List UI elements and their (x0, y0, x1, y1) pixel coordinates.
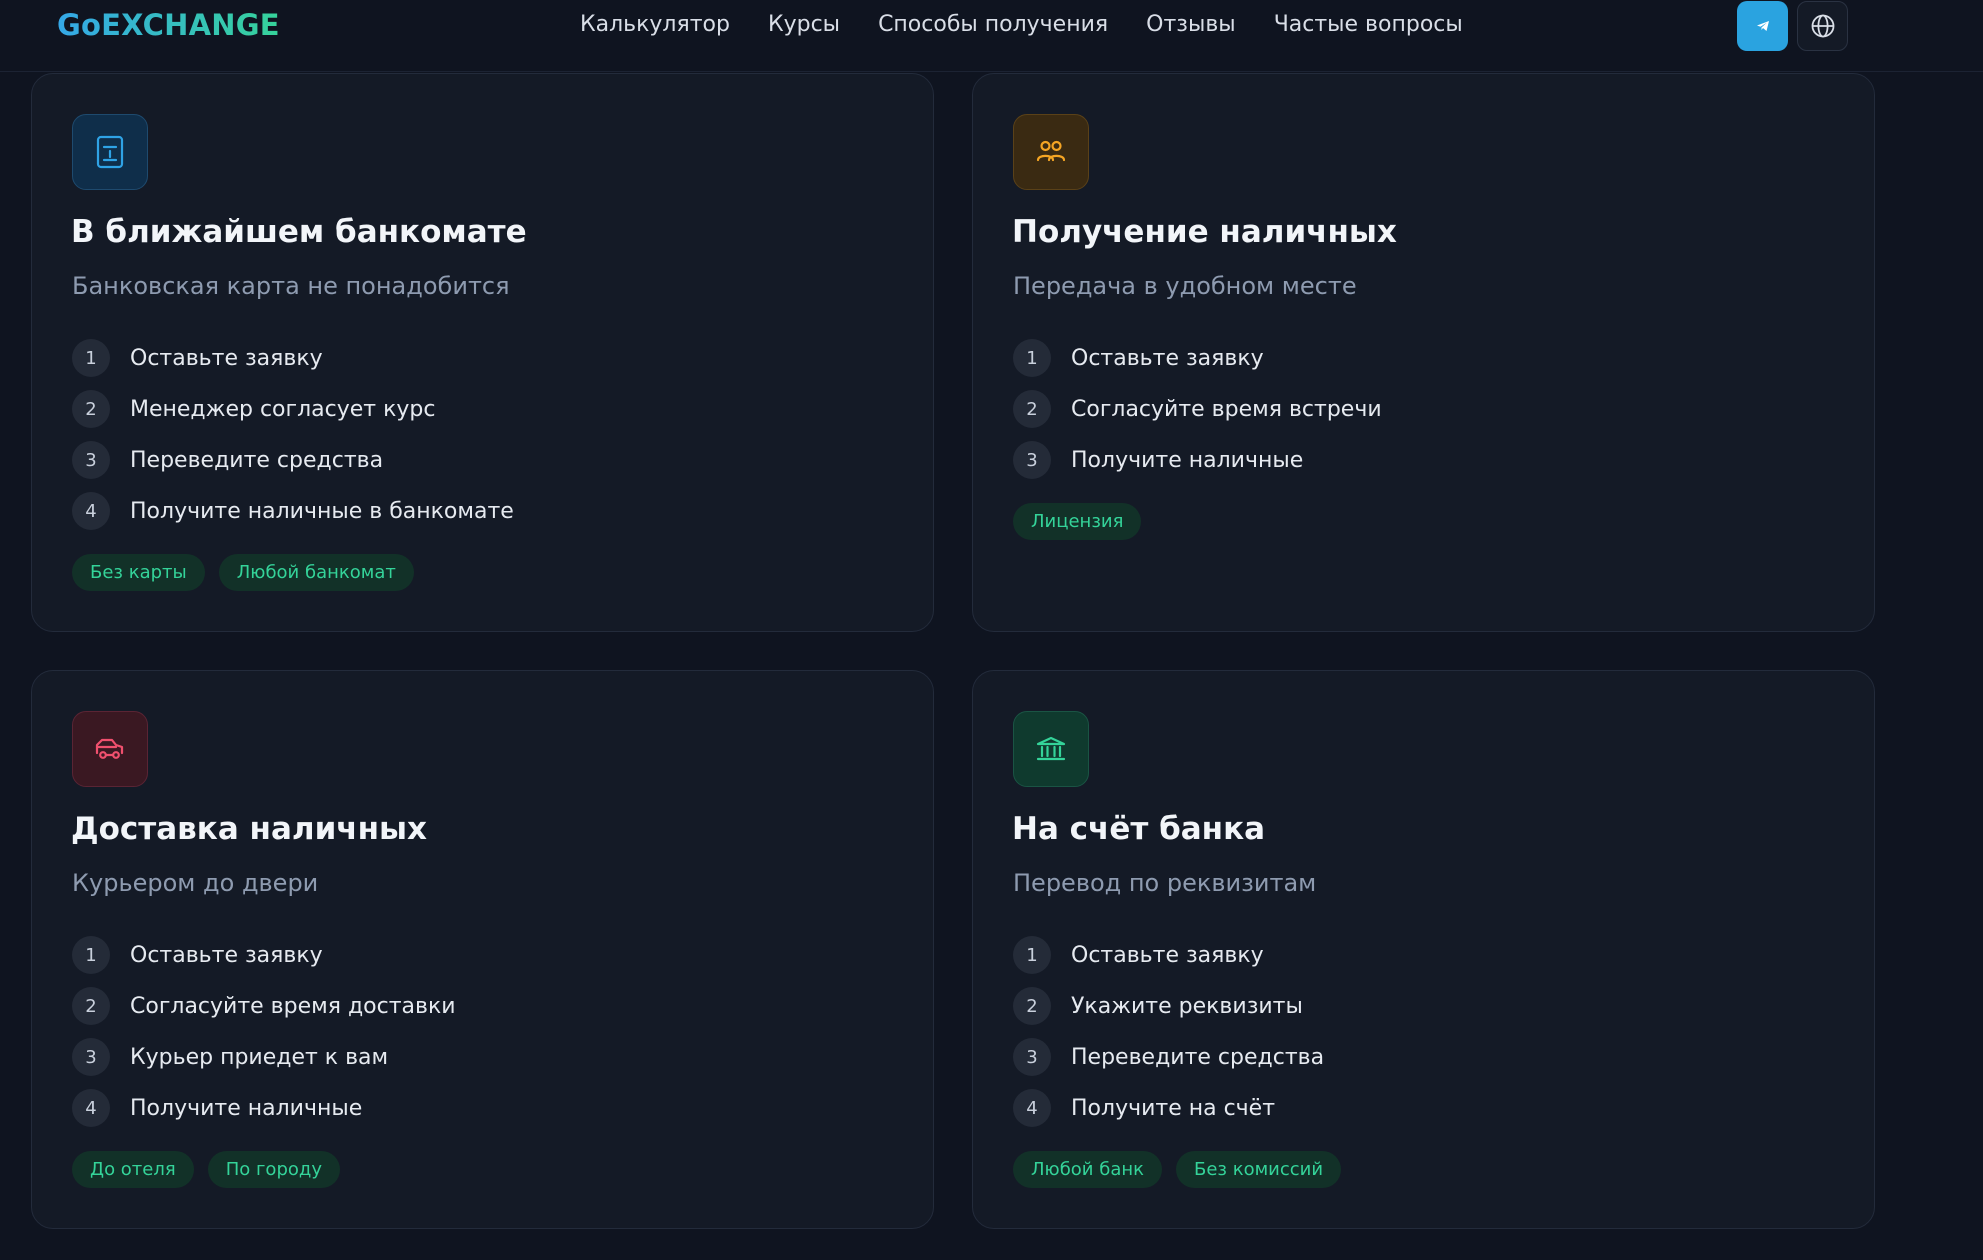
card-title: Доставка наличных (71, 811, 428, 847)
card-title: В ближайшем банкомате (71, 214, 527, 250)
card-subtitle: Перевод по реквизитам (1013, 869, 1317, 897)
step-number: 3 (1013, 441, 1051, 479)
step-item: 3 Курьер приедет к вам (72, 1037, 456, 1077)
card-title: На счёт банка (1012, 811, 1266, 847)
nav-link-faq[interactable]: Частые вопросы (1274, 12, 1463, 37)
step-number: 3 (72, 1038, 110, 1076)
card-title: Получение наличных (1012, 214, 1397, 250)
tags-row: Без карты Любой банкомат (72, 554, 414, 591)
step-item: 3 Получите наличные (1013, 440, 1382, 480)
step-item: 3 Переведите средства (72, 440, 514, 480)
step-text: Оставьте заявку (1071, 345, 1264, 371)
step-number: 4 (72, 1089, 110, 1127)
step-number: 3 (1013, 1038, 1051, 1076)
steps-list: 1 Оставьте заявку 2 Менеджер согласует кур… (72, 338, 514, 542)
bank-icon (1036, 736, 1066, 761)
step-number: 4 (72, 492, 110, 530)
card-subtitle: Передача в удобном месте (1013, 272, 1357, 300)
step-item: 4 Получите на счёт (1013, 1088, 1324, 1128)
tag-badge: Без комиссий (1176, 1151, 1342, 1188)
tag-badge: Без карты (72, 554, 205, 591)
language-button[interactable] (1797, 1, 1848, 51)
card-cash-delivery: Доставка наличных Курьером до двери 1 Ост… (31, 670, 934, 1229)
step-number: 2 (1013, 390, 1051, 428)
tags-row: Любой банк Без комиссий (1013, 1151, 1342, 1188)
telegram-button[interactable] (1737, 1, 1788, 51)
telegram-icon (1756, 21, 1769, 31)
step-item: 3 Переведите средства (1013, 1037, 1324, 1077)
step-text: Оставьте заявку (1071, 942, 1264, 968)
step-item: 2 Менеджер согласует курс (72, 389, 514, 429)
step-item: 4 Получите наличные в банкомате (72, 491, 514, 531)
tag-badge: По городу (207, 1151, 340, 1188)
tag-badge: Лицензия (1013, 503, 1142, 540)
step-item: 2 Согласуйте время доставки (72, 986, 456, 1026)
nav-link-reviews[interactable]: Отзывы (1146, 12, 1236, 37)
icon-box (1013, 114, 1089, 190)
step-text: Получите на счёт (1071, 1095, 1276, 1121)
step-text: Курьер приедет к вам (130, 1044, 389, 1070)
card-bank-account: На счёт банка Перевод по реквизитам 1 Ост… (972, 670, 1875, 1229)
steps-list: 1 Оставьте заявку 2 Согласуйте время встре… (1013, 338, 1382, 491)
globe-icon (1811, 14, 1834, 38)
card-subtitle: Банковская карта не понадобится (72, 272, 510, 300)
step-text: Получите наличные в банкомате (130, 498, 514, 524)
step-number: 1 (72, 936, 110, 974)
card-cash-pickup: Получение наличных Передача в удобном ме… (972, 73, 1875, 632)
step-item: 2 Согласуйте время встречи (1013, 389, 1382, 429)
step-number: 4 (1013, 1089, 1051, 1127)
icon-box (72, 711, 148, 787)
card-subtitle: Курьером до двери (72, 869, 319, 897)
step-number: 1 (72, 339, 110, 377)
nav-link-rates[interactable]: Курсы (768, 12, 840, 37)
step-text: Получите наличные (130, 1095, 363, 1121)
step-item: 1 Оставьте заявку (1013, 935, 1324, 975)
step-number: 2 (1013, 987, 1051, 1025)
logo[interactable]: GoEXCHANGE (57, 8, 280, 42)
tag-badge: Любой банкомат (218, 554, 414, 591)
step-number: 1 (1013, 936, 1051, 974)
tags-row: До отеля По городу (72, 1151, 340, 1188)
step-text: Оставьте заявку (130, 345, 323, 371)
site-header: GoEXCHANGE Калькулятор Курсы Способы пол… (0, 0, 1983, 72)
step-item: 1 Оставьте заявку (1013, 338, 1382, 378)
tags-row: Лицензия (1013, 503, 1142, 540)
step-number: 2 (72, 390, 110, 428)
step-text: Оставьте заявку (130, 942, 323, 968)
icon-box (72, 114, 148, 190)
step-item: 2 Укажите реквизиты (1013, 986, 1324, 1026)
step-text: Переведите средства (130, 447, 384, 473)
atm-icon (96, 135, 124, 169)
card-atm: В ближайшем банкомате Банковская карта н… (31, 73, 934, 632)
main-nav: Калькулятор Курсы Способы получения Отзы… (580, 12, 1463, 37)
step-item: 4 Получите наличные (72, 1088, 456, 1128)
step-item: 1 Оставьте заявку (72, 338, 514, 378)
users-icon (1036, 140, 1066, 162)
step-number: 1 (1013, 339, 1051, 377)
step-number: 2 (72, 987, 110, 1025)
step-text: Укажите реквизиты (1071, 993, 1303, 1019)
steps-list: 1 Оставьте заявку 2 Согласуйте время доста… (72, 935, 456, 1139)
step-text: Согласуйте время доставки (130, 993, 456, 1019)
step-text: Получите наличные (1071, 447, 1304, 473)
step-item: 1 Оставьте заявку (72, 935, 456, 975)
step-number: 3 (72, 441, 110, 479)
tag-badge: До отеля (72, 1151, 194, 1188)
step-text: Согласуйте время встречи (1071, 396, 1382, 422)
step-text: Переведите средства (1071, 1044, 1325, 1070)
nav-link-methods[interactable]: Способы получения (878, 12, 1108, 37)
icon-box (1013, 711, 1089, 787)
tag-badge: Любой банк (1013, 1151, 1162, 1188)
step-text: Менеджер согласует курс (130, 396, 436, 422)
car-icon (95, 738, 124, 759)
nav-link-calculator[interactable]: Калькулятор (580, 12, 730, 37)
steps-list: 1 Оставьте заявку 2 Укажите реквизиты 3 Пер… (1013, 935, 1324, 1139)
